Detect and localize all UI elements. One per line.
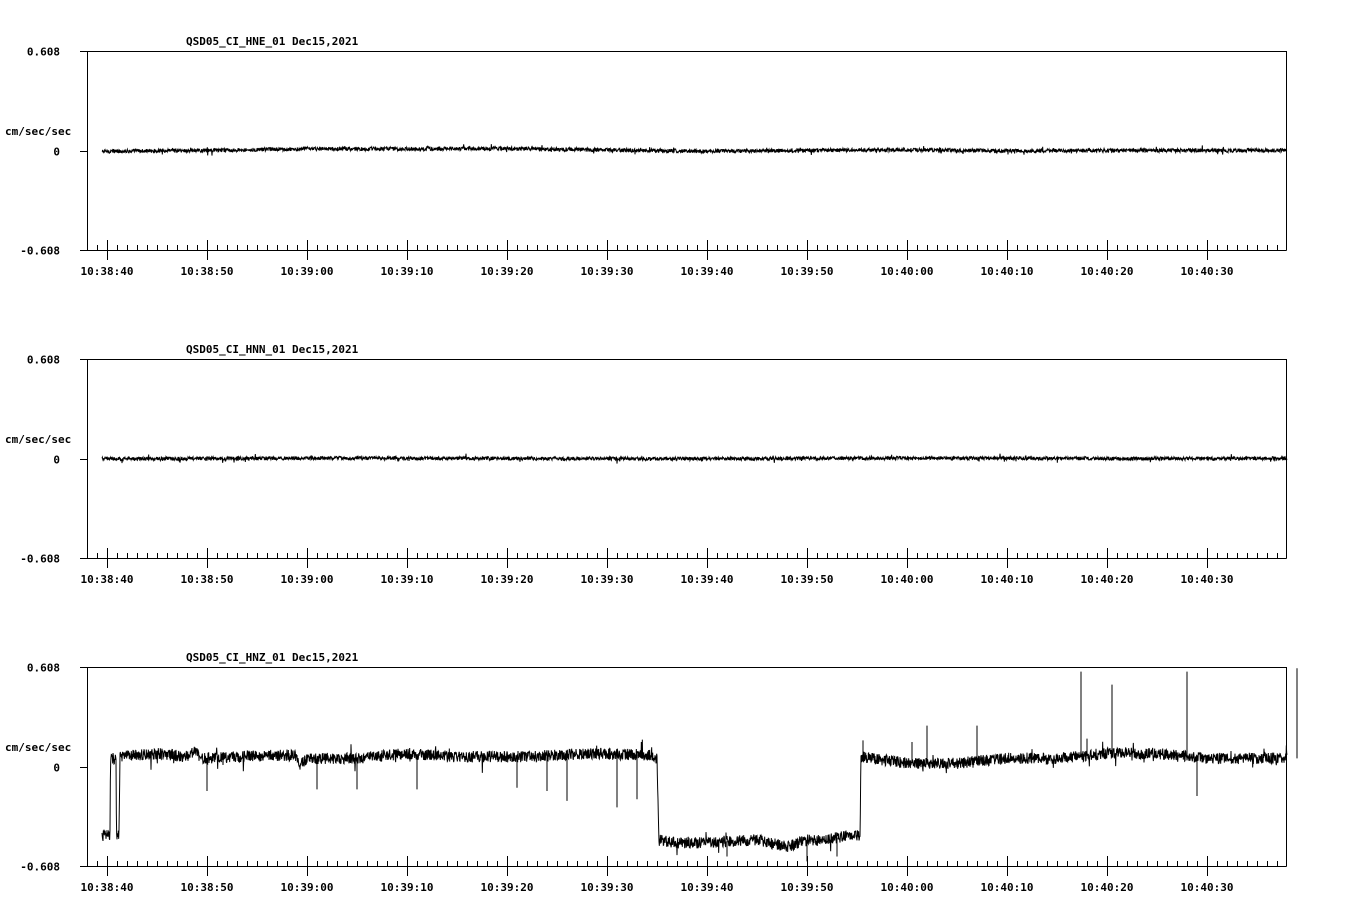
x-tick-label: 10:40:00 xyxy=(881,265,934,278)
x-tick-label: 10:39:10 xyxy=(381,573,434,586)
x-tick-label: 10:38:50 xyxy=(181,265,234,278)
panel-title: QSD05_CI_HNN_01 Dec15,2021 xyxy=(186,343,359,356)
panel-2: QSD05_CI_HNN_01 Dec15,2021 cm/sec/sec 0.60… xyxy=(5,343,1288,586)
x-tick-label: 10:38:40 xyxy=(81,265,134,278)
x-tick-label: 10:38:40 xyxy=(81,881,134,894)
y-tick-label: 0.608 xyxy=(27,662,60,675)
y-tick-label: -0.608 xyxy=(20,553,60,566)
x-tick-label: 10:40:30 xyxy=(1181,265,1234,278)
y-tick-label: 0 xyxy=(53,762,60,775)
y-tick-label: 0 xyxy=(53,146,60,159)
x-tick-label: 10:40:20 xyxy=(1081,265,1134,278)
x-tick-label: 10:39:00 xyxy=(281,573,334,586)
x-tick-label: 10:39:30 xyxy=(581,265,634,278)
x-tick-label: 10:40:30 xyxy=(1181,573,1234,586)
x-tick-label: 10:40:30 xyxy=(1181,881,1234,894)
y-axis-label: cm/sec/sec xyxy=(5,741,71,754)
x-tick-label: 10:39:30 xyxy=(581,881,634,894)
x-tick-label: 10:39:40 xyxy=(681,265,734,278)
panel-3: QSD05_CI_HNZ_01 Dec15,2021 cm/sec/sec 0.60… xyxy=(5,651,1298,894)
x-tick-label: 10:39:40 xyxy=(681,573,734,586)
x-tick-label: 10:39:20 xyxy=(481,573,534,586)
waveform-trace xyxy=(101,144,1288,156)
x-tick-label: 10:39:00 xyxy=(281,881,334,894)
x-tick-label: 10:39:30 xyxy=(581,573,634,586)
x-tick-label: 10:39:50 xyxy=(781,881,834,894)
x-tick-label: 10:40:20 xyxy=(1081,881,1134,894)
x-tick-label: 10:38:50 xyxy=(181,573,234,586)
x-tick-label: 10:40:00 xyxy=(881,573,934,586)
seismogram-figure: QSD05_CI_HNE_01 Dec15,2021 cm/sec/sec 0.60… xyxy=(5,35,1298,894)
y-tick-label: -0.608 xyxy=(20,861,60,874)
x-tick-label: 10:39:10 xyxy=(381,881,434,894)
y-tick-label: 0.608 xyxy=(27,354,60,367)
x-tick-label: 10:39:20 xyxy=(481,881,534,894)
x-tick-label: 10:39:40 xyxy=(681,881,734,894)
x-tick-label: 10:39:50 xyxy=(781,573,834,586)
x-tick-label: 10:38:40 xyxy=(81,573,134,586)
waveform-trace xyxy=(101,453,1288,464)
x-tick-label: 10:40:10 xyxy=(981,573,1034,586)
x-tick-label: 10:40:10 xyxy=(981,265,1034,278)
y-axis-label: cm/sec/sec xyxy=(5,125,71,138)
y-tick-label: 0 xyxy=(53,454,60,467)
x-tick-label: 10:39:10 xyxy=(381,265,434,278)
panel-title: QSD05_CI_HNE_01 Dec15,2021 xyxy=(186,35,359,48)
x-tick-label: 10:40:00 xyxy=(881,881,934,894)
y-tick-label: 0.608 xyxy=(27,46,60,59)
x-tick-label: 10:40:10 xyxy=(981,881,1034,894)
y-tick-label: -0.608 xyxy=(20,245,60,258)
waveform-trace xyxy=(101,739,1288,856)
x-tick-label: 10:38:50 xyxy=(181,881,234,894)
panel-title: QSD05_CI_HNZ_01 Dec15,2021 xyxy=(186,651,359,664)
x-tick-label: 10:39:20 xyxy=(481,265,534,278)
panel-1: QSD05_CI_HNE_01 Dec15,2021 cm/sec/sec 0.60… xyxy=(5,35,1288,278)
x-tick-label: 10:39:50 xyxy=(781,265,834,278)
x-tick-label: 10:39:00 xyxy=(281,265,334,278)
x-tick-label: 10:40:20 xyxy=(1081,573,1134,586)
y-axis-label: cm/sec/sec xyxy=(5,433,71,446)
